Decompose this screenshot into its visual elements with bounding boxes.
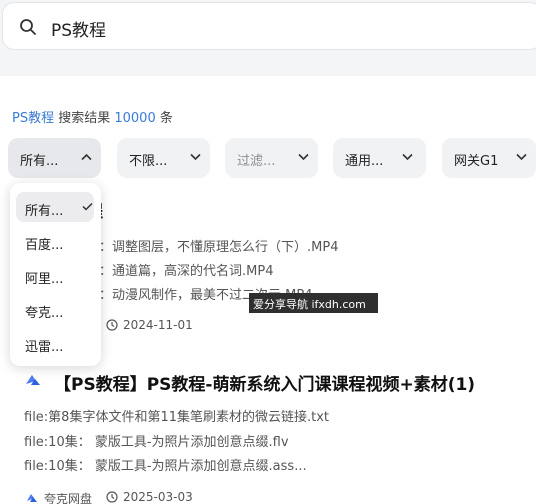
result-file: file:10集： 蒙版工具-为照片添加创意点缀.flv <box>24 435 289 450</box>
clock-icon <box>106 319 118 331</box>
dropdown-item-aliyun[interactable]: 阿里... <box>16 260 94 290</box>
watermark: 爱分享导航 ifxdh.com <box>249 293 378 313</box>
dropdown-item-label: 百度... <box>25 238 64 253</box>
result-source: 夸克网盘 <box>44 492 93 504</box>
source-dropdown-menu: 所有... 百度... 阿里... 夸克... 迅雷... <box>10 183 101 366</box>
chevron-down-icon <box>298 153 309 161</box>
dropdown-item-xunlei[interactable]: 迅雷... <box>16 328 94 358</box>
dropdown-item-label: 所有... <box>25 204 64 219</box>
results-unit: 条 <box>155 111 173 126</box>
chevron-up-icon <box>81 153 92 161</box>
check-icon <box>82 202 93 211</box>
result-date: 2024-11-01 <box>123 318 193 332</box>
results-summary: PS教程 搜索结果 10000 条 <box>12 107 173 126</box>
results-query: PS教程 <box>12 111 55 126</box>
clock-icon <box>106 491 118 503</box>
filter-gateway[interactable]: 网关G1 <box>442 138 536 178</box>
dropdown-item-all[interactable]: 所有... <box>16 192 94 222</box>
chevron-down-icon <box>516 153 527 161</box>
chevron-down-icon <box>402 153 413 161</box>
filter-label: 过滤... <box>237 154 276 169</box>
chevron-down-icon <box>190 153 201 161</box>
dropdown-item-label: 阿里... <box>25 272 64 287</box>
cloud-drive-small-icon <box>27 494 37 502</box>
filter-label: 通用... <box>345 154 384 169</box>
search-query-text: PS教程 <box>51 21 107 41</box>
filter-label: 网关G1 <box>454 154 499 169</box>
filter-exclude[interactable]: 过滤... <box>225 138 318 178</box>
result-file: file:第8集字体文件和第11集笔刷素材的微云链接.txt <box>24 410 330 425</box>
dropdown-item-quark[interactable]: 夸克... <box>16 294 94 324</box>
filter-time[interactable]: 不限... <box>117 138 210 178</box>
dropdown-item-label: 迅雷... <box>25 340 64 355</box>
cloud-drive-icon <box>26 375 40 385</box>
result-file: 集：调整图层，不懂原理怎么行（下）.MP4 <box>86 240 339 255</box>
result-date: 2025-03-03 <box>123 490 193 504</box>
dropdown-item-label: 夸克... <box>25 306 64 321</box>
search-icon <box>20 19 36 35</box>
dropdown-item-baidu[interactable]: 百度... <box>16 226 94 256</box>
search-input[interactable]: PS教程 <box>2 2 536 50</box>
results-label: 搜索结果 <box>54 111 115 126</box>
filter-label: 所有... <box>20 154 59 169</box>
result-file: file:10集： 蒙版工具-为照片添加创意点缀.ass... <box>24 459 307 474</box>
filter-all-sources[interactable]: 所有... <box>8 138 101 178</box>
result-file: 集：通道篇，高深的代名词.MP4 <box>86 264 274 279</box>
results-count: 10000 <box>114 111 156 126</box>
filter-label: 不限... <box>129 154 168 169</box>
filter-general[interactable]: 通用... <box>333 138 426 178</box>
result-title[interactable]: 【PS教程】PS教程-萌新系统入门课课程视频+素材(1) <box>54 370 475 395</box>
